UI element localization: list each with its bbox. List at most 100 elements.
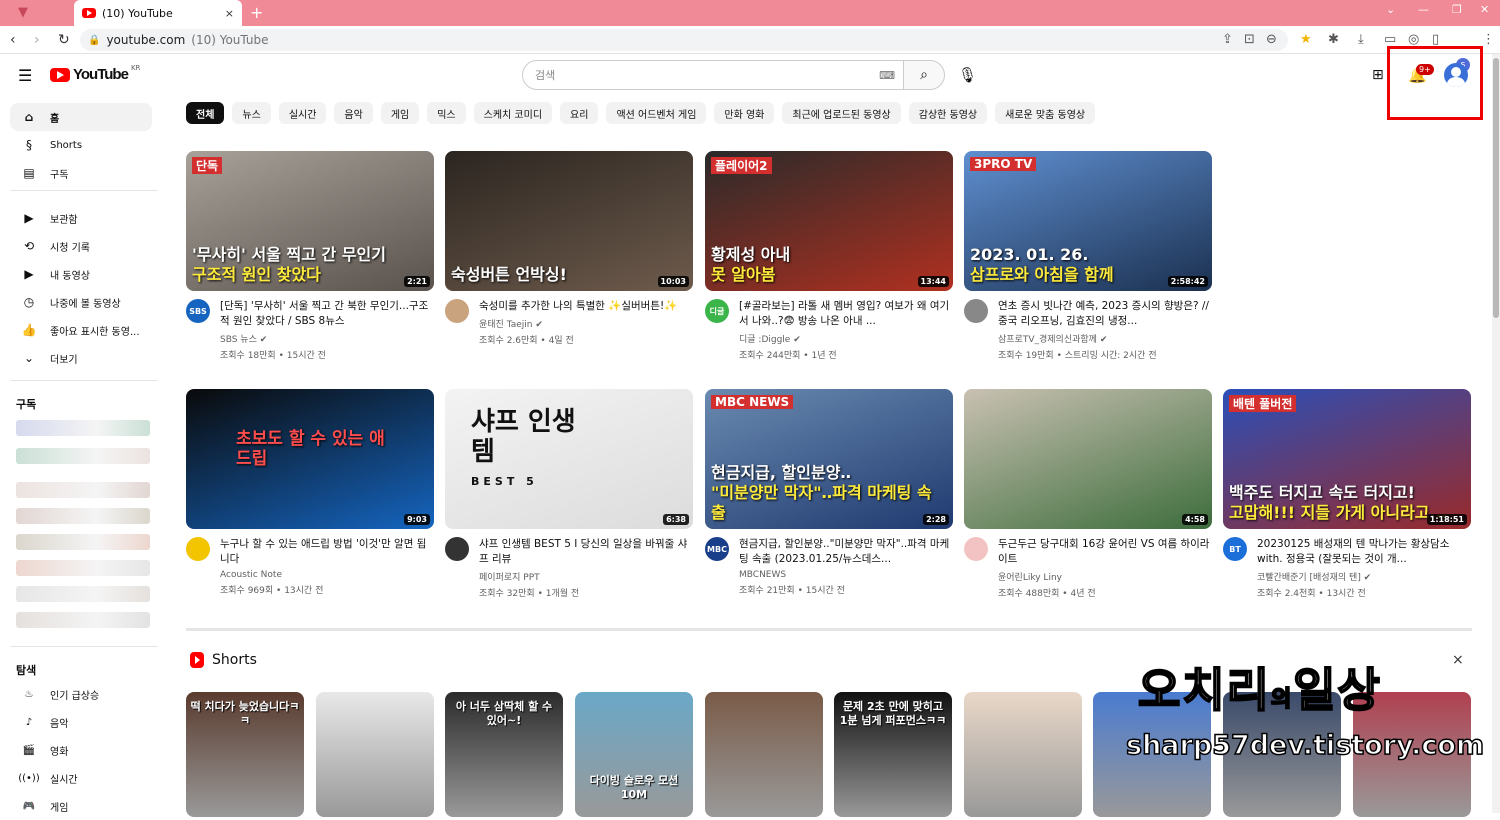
channel-avatar[interactable] [964,299,988,323]
browser-menu-icon[interactable]: ⋮ [1482,32,1495,47]
video-title[interactable]: 샤프 인생템 BEST 5 I 당신의 일상을 바꿔줄 샤프 리뷰 [479,537,693,567]
channel-avatar[interactable] [964,537,988,561]
video-title[interactable]: 숙성미를 추가한 나의 특별한 ✨실버버튼!✨ [479,299,677,314]
sidebar-explore-item-2[interactable]: 🎬 영화 [10,736,152,764]
back-icon[interactable]: ‹ [10,32,16,48]
short-card[interactable] [964,692,1082,817]
subscription-blurred-item[interactable] [16,534,150,550]
channel-avatar[interactable]: 디글 [705,299,729,323]
subscription-blurred-item[interactable] [16,612,150,628]
subscription-blurred-item[interactable] [16,448,150,464]
short-card[interactable] [316,692,434,817]
keyboard-icon[interactable]: ⌨ [879,69,895,82]
sidebar-library-item-3[interactable]: ◷ 나중에 볼 동영상 [10,288,152,316]
video-title[interactable]: [단독] '무사히' 서울 찍고 간 북한 무인기...구조적 원인 찾았다 /… [220,299,434,329]
video-card[interactable]: 숙성버튼 언박싱! 10:03 숙성미를 추가한 나의 특별한 ✨실버버튼!✨ 윤태진… [445,151,693,346]
short-card[interactable]: 문제 2초 만에 맞히고 1분 넘게 퍼포먼스ㅋㅋ [834,692,952,817]
video-thumbnail[interactable]: 단독 '무사히' 서울 찍고 간 무인기 구조적 원인 찾았다 2:21 [186,151,434,291]
channel-name[interactable]: 삼프로TV_경제의신과함께 ✔ [998,332,1212,345]
short-card[interactable] [705,692,823,817]
bookmark-star-icon[interactable]: ★ [1300,32,1312,47]
channel-avatar[interactable] [186,537,210,561]
video-thumbnail[interactable]: 배텐 풀버전 백주도 터지고 속도 터지고! 고맙해!!! 지들 가게 아니라고..… [1223,389,1471,529]
sidebar-explore-item-3[interactable]: ((•)) 실시간 [10,764,152,792]
sidebar-item-0[interactable]: ⌂ 홈 [10,103,152,131]
search-button[interactable]: ⌕ [903,60,945,90]
filter-chip[interactable]: 실시간 [278,102,327,124]
video-title[interactable]: 연초 증시 빗나간 예측, 2023 증시의 향방은? // 중국 리오프닝, … [998,299,1212,329]
filter-chip[interactable]: 감상한 동영상 [908,102,988,124]
sidebar-explore-item-4[interactable]: 🎮 게임 [10,792,152,820]
sidebar-library-item-5[interactable]: ⌄ 더보기 [10,344,152,372]
create-video-icon[interactable]: ⊞ [1372,67,1384,83]
video-title[interactable]: [#골라보는] 라톨 새 멤버 영입? 여보가 왜 여기서 나와..?😨 방송 … [739,299,953,329]
tab-close-button[interactable]: × [225,7,234,20]
channel-avatar[interactable]: SBS [186,299,210,323]
channel-name[interactable]: MBCNEWS [739,570,953,580]
maximize-icon[interactable]: ❐ [1452,3,1462,16]
video-thumbnail[interactable]: 3PRO TV 2023. 01. 26. 삼프로와 아침을 함께 2:58:42 [964,151,1212,291]
cast-icon[interactable]: ▭ [1384,32,1396,47]
channel-name[interactable]: 디글 :Diggle ✔ [739,332,953,345]
video-title[interactable]: 두근두근 당구대회 16강 윤어린 VS 여름 하이라이트 [998,537,1212,567]
filter-chip[interactable]: 최근에 업로드된 동영상 [782,102,901,124]
screenshot-icon[interactable]: ◎ [1408,32,1419,47]
short-card[interactable]: 다이빙 슬로우 모션 10M [575,692,693,817]
video-thumbnail[interactable]: MBC NEWS 현금지급, 할인분양‥ "미분양만 막자"‥파격 마케팅 속출 2:… [705,389,953,529]
download-icon[interactable]: ⤓ [1358,32,1364,47]
zoom-icon[interactable]: ⊖ [1266,32,1277,47]
youtube-logo[interactable]: YouTube KR [50,64,140,83]
filter-chip[interactable]: 뉴스 [232,102,271,124]
sidebar-library-item-2[interactable]: ▶ 내 동영상 [10,260,152,288]
video-thumbnail[interactable]: 4:58 [964,389,1212,529]
close-window-icon[interactable]: ✕ [1480,3,1489,16]
filter-chip[interactable]: 게임 [380,102,420,124]
subscription-blurred-item[interactable] [16,508,150,524]
sidebar-library-item-0[interactable]: ▶ 보관함 [10,204,152,232]
video-thumbnail[interactable]: 플레이어2 황제성 아내 못 알아봄 13:44 [705,151,953,291]
video-card[interactable]: 플레이어2 황제성 아내 못 알아봄 13:44 디글 [#골라보는] 라톨 새 멤버 영… [705,151,953,361]
video-card[interactable]: 배텐 풀버전 백주도 터지고 속도 터지고! 고맙해!!! 지들 가게 아니라고..… [1223,389,1471,599]
video-card[interactable]: 단독 '무사히' 서울 찍고 간 무인기 구조적 원인 찾았다 2:21 SBS [단독]… [186,151,434,361]
video-card[interactable]: 샤프 인생템 BEST 5 6:38 샤프 인생템 BEST 5 I 당신의 일상을 … [445,389,693,599]
video-card[interactable]: 초보도 할 수 있는 애드립 9:03 누구나 할 수 있는 애드립 방법 '이것'… [186,389,434,596]
video-thumbnail[interactable]: 초보도 할 수 있는 애드립 9:03 [186,389,434,529]
channel-name[interactable]: 윤태진 Taejin ✔ [479,317,677,330]
channel-name[interactable]: Acoustic Note [220,570,434,580]
filter-chip[interactable]: 전체 [186,102,225,124]
search-input[interactable]: 검색 ⌨ [522,60,904,90]
video-thumbnail[interactable]: 샤프 인생템 BEST 5 6:38 [445,389,693,529]
minimize-icon[interactable]: — [1418,3,1429,16]
sidebar-explore-item-0[interactable]: ♨ 인기 급상승 [10,680,152,708]
channel-name[interactable]: 코빨간배준기 [배성재의 텐] ✔ [1257,570,1471,583]
channel-name[interactable]: 페이퍼로지 PPT [479,570,693,583]
scrollbar[interactable] [1492,54,1500,813]
channel-name[interactable]: SBS 뉴스 ✔ [220,332,434,345]
reload-icon[interactable]: ↻ [58,32,70,48]
subscription-blurred-item[interactable] [16,586,150,602]
filter-chip[interactable]: 새로운 맞춤 동영상 [995,102,1096,124]
sidepanel-icon[interactable]: ▯ [1432,32,1439,47]
short-card[interactable]: 아 너두 삼딱체 할 수 있어~! [445,692,563,817]
video-title[interactable]: 현금지급, 할인분양.."미분양만 막자"..파격 마케팅 속출 (2023.0… [739,537,953,567]
subscription-blurred-item[interactable] [16,420,150,436]
sidebar-item-1[interactable]: § Shorts [10,131,152,159]
filter-chip[interactable]: 믹스 [427,102,466,124]
video-title[interactable]: 누구나 할 수 있는 애드립 방법 '이것'만 알면 됩니다 [220,537,434,567]
video-card[interactable]: 3PRO TV 2023. 01. 26. 삼프로와 아침을 함께 2:58:42 연초… [964,151,1212,361]
channel-avatar[interactable] [445,537,469,561]
video-card[interactable]: 4:58 두근두근 당구대회 16강 윤어린 VS 여름 하이라이트 윤어린Liky… [964,389,1212,599]
short-card[interactable]: 떡 치다가 늦었습니다ㅋㅋ [186,692,304,817]
sidebar-library-item-4[interactable]: 👍 좋아요 표시한 동영... [10,316,152,344]
sidebar-library-item-1[interactable]: ⟲ 시청 기록 [10,232,152,260]
hamburger-menu-icon[interactable]: ☰ [18,66,32,85]
sidebar-explore-item-1[interactable]: ♪ 음악 [10,708,152,736]
browser-tab[interactable]: (10) YouTube × [74,0,242,26]
extensions-icon[interactable]: ✱ [1328,32,1339,47]
filter-chip[interactable]: 액션 어드벤처 게임 [606,102,707,124]
shorts-close-icon[interactable]: × [1452,652,1464,668]
microphone-icon[interactable]: 🎙 [958,66,977,84]
filter-chip[interactable]: 스케치 코미디 [473,102,553,124]
subscription-blurred-item[interactable] [16,560,150,576]
video-title[interactable]: 20230125 배성재의 텐 막나가는 황상담소 with. 정용국 (잘못되… [1257,537,1471,567]
